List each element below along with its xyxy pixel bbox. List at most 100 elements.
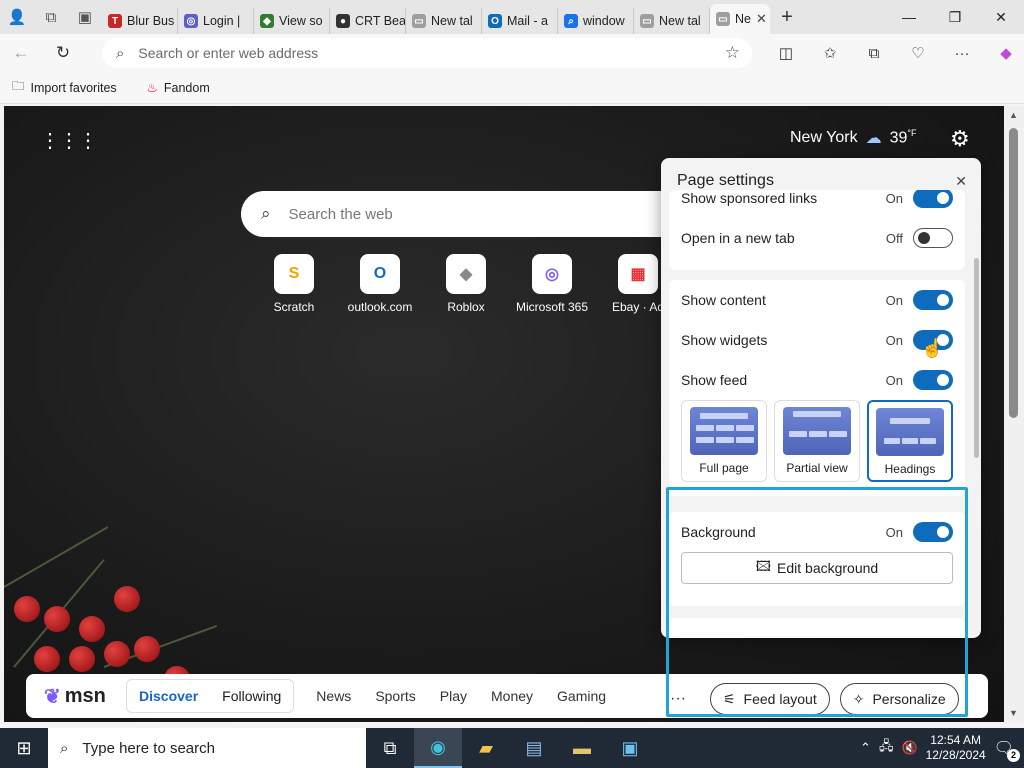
msn-nav-item[interactable]: Play xyxy=(440,688,467,704)
scroll-up-icon[interactable]: ▲ xyxy=(1009,110,1018,120)
feed-toggle[interactable] xyxy=(913,370,953,390)
web-search-box[interactable]: ⌕ Search the web xyxy=(241,191,681,237)
windows-start-icon[interactable]: ⊞ xyxy=(0,728,48,768)
content-state: On xyxy=(885,292,903,308)
following-tab[interactable]: Following xyxy=(222,688,281,704)
fandom-link[interactable]: ♨ Fandom xyxy=(147,80,210,96)
msn-nav-item[interactable]: Sports xyxy=(375,688,415,704)
new-tab-button[interactable]: + xyxy=(770,6,804,29)
weather-widget[interactable]: New York ☁ 39°F xyxy=(790,128,917,148)
personalize-button[interactable]: ✧ Personalize xyxy=(839,683,959,715)
layout-option[interactable]: Full page xyxy=(681,400,767,482)
weather-temp: 39°F xyxy=(889,128,917,147)
fandom-label: Fandom xyxy=(163,80,210,95)
quick-link[interactable]: ◆ Roblox xyxy=(434,254,498,314)
document-app-icon[interactable]: ▤ xyxy=(510,728,558,768)
background-row: Background On xyxy=(669,512,965,552)
active-tab[interactable]: ▭ Ne ✕ xyxy=(710,4,770,34)
newtab-toggle[interactable] xyxy=(913,228,953,248)
tab-favicon-icon: ⌕ xyxy=(564,14,578,28)
app-launcher-icon[interactable]: ⋮⋮⋮ xyxy=(40,128,98,153)
profile-icon[interactable]: 👤 xyxy=(0,0,34,34)
page-settings-gear-icon[interactable]: ⚙ xyxy=(950,126,970,152)
clock-date: 12/28/2024 xyxy=(925,748,986,762)
clock[interactable]: 12:54 AM 12/28/2024 xyxy=(926,733,986,763)
favorite-star-icon[interactable]: ☆ xyxy=(725,43,740,63)
browser-tab[interactable]: ◎ Login | xyxy=(178,8,254,34)
task-view-icon[interactable]: ⧉ xyxy=(366,728,414,768)
scroll-thumb[interactable] xyxy=(1009,128,1018,418)
page-scrollbar[interactable]: ▲ ▼ xyxy=(1004,106,1024,722)
sponsored-row: Show sponsored links On xyxy=(669,190,965,218)
msn-nav-item[interactable]: Gaming xyxy=(557,688,606,704)
discover-tab[interactable]: Discover xyxy=(139,688,198,704)
layout-option[interactable]: Partial view xyxy=(774,400,860,482)
edge-icon[interactable]: ◉ xyxy=(414,728,462,768)
browser-tab[interactable]: ▭ New tal xyxy=(634,8,710,34)
address-placeholder: Search or enter web address xyxy=(138,45,319,61)
msn-nav-item[interactable]: News xyxy=(316,688,351,704)
network-icon[interactable]: 🖧 xyxy=(879,737,894,759)
volume-icon[interactable]: 🔇 xyxy=(901,740,917,756)
maximize-button[interactable]: ❐ xyxy=(932,9,978,26)
layout-options: Full page Partial view Headings xyxy=(669,400,965,488)
quick-link[interactable]: Ooutlook.com xyxy=(348,254,412,314)
sponsored-toggle[interactable] xyxy=(913,190,953,208)
quick-link[interactable]: S Scratch xyxy=(262,254,326,314)
remote-desktop-icon[interactable]: ▣ xyxy=(606,728,654,768)
split-screen-icon[interactable]: ◫ xyxy=(764,44,808,62)
tab-label: New tal xyxy=(431,14,473,28)
tab-label: View so xyxy=(279,14,323,28)
browser-tab[interactable]: ⌕ window xyxy=(558,8,634,34)
browser-essentials-icon[interactable]: ♡ xyxy=(896,44,940,62)
collections-icon[interactable]: ⧉ xyxy=(852,45,896,62)
content-toggle[interactable] xyxy=(913,290,953,310)
copilot-icon[interactable]: ◆ xyxy=(984,44,1024,62)
system-tray: ⌃ 🖧 🔇 12:54 AM 12/28/2024 🗨 2 xyxy=(860,733,1024,763)
new-tab-page: ⋮⋮⋮ New York ☁ 39°F ⚙ ⌕ Search the web S… xyxy=(4,106,1004,722)
layout-option[interactable]: Headings xyxy=(867,400,953,482)
search-icon: ⌕ xyxy=(116,44,125,62)
file-explorer-icon[interactable]: ▰ xyxy=(462,728,510,768)
browser-tab[interactable]: O Mail - a xyxy=(482,8,558,34)
clock-time: 12:54 AM xyxy=(930,733,981,747)
links-card: Show sponsored links On Open in a new ta… xyxy=(669,190,965,270)
quick-link-label: outlook.com xyxy=(347,300,413,314)
refresh-button[interactable]: ↻ xyxy=(42,43,84,63)
panel-scrollbar[interactable] xyxy=(974,258,979,458)
chevron-up-icon[interactable]: ⌃ xyxy=(860,740,871,756)
more-menu-icon[interactable]: ··· xyxy=(940,45,984,62)
edit-background-button[interactable]: 🖾 Edit background xyxy=(681,552,953,584)
more-options-icon[interactable]: ··· xyxy=(670,690,686,708)
layout-label: Headings xyxy=(884,462,936,476)
msn-nav-item[interactable]: Money xyxy=(491,688,533,704)
address-bar[interactable]: ⌕ Search or enter web address ☆ xyxy=(102,38,752,68)
browser-tab[interactable]: ▭ New tal xyxy=(406,8,482,34)
close-tab-icon[interactable]: ✕ xyxy=(756,11,767,27)
folder-app-icon[interactable]: ▬ xyxy=(558,728,606,768)
import-favorites-link[interactable]: 🗀 Import favorites xyxy=(12,77,117,98)
tab-label: Mail - a xyxy=(507,14,548,28)
background-toggle[interactable] xyxy=(913,522,953,542)
quick-link[interactable]: ◎ Microsoft 365 xyxy=(516,254,588,314)
back-button[interactable]: ← xyxy=(0,43,42,63)
browser-tab[interactable]: ◆ View so xyxy=(254,8,330,34)
notifications-icon[interactable]: 🗨 2 xyxy=(994,738,1020,762)
favorites-icon[interactable]: ✩ xyxy=(808,44,852,62)
workspaces-icon[interactable]: ⧉ xyxy=(34,0,68,34)
close-window-button[interactable]: ✕ xyxy=(978,9,1024,26)
layout-label: Full page xyxy=(699,461,749,475)
scroll-down-icon[interactable]: ▼ xyxy=(1009,708,1018,718)
minimize-button[interactable]: — xyxy=(886,9,932,26)
quick-link-label: Ebay · Ad xyxy=(611,300,665,314)
browser-tab[interactable]: ● CRT Bea xyxy=(330,8,406,34)
feed-layout-button[interactable]: ⚟ Feed layout xyxy=(709,683,830,715)
tab-actions-icon[interactable]: ▣ xyxy=(68,0,102,34)
close-panel-icon[interactable]: ✕ xyxy=(955,173,967,190)
taskbar-search[interactable]: ⌕ Type here to search xyxy=(48,728,366,768)
msn-logo[interactable]: ❦ msn xyxy=(26,684,126,709)
browser-tab[interactable]: T Blur Bus xyxy=(102,8,178,34)
next-card xyxy=(669,618,965,638)
toolbar: ← ↻ ⌕ Search or enter web address ☆ ◫ ✩ … xyxy=(0,34,1024,72)
quick-link-icon: ▦ xyxy=(618,254,658,294)
